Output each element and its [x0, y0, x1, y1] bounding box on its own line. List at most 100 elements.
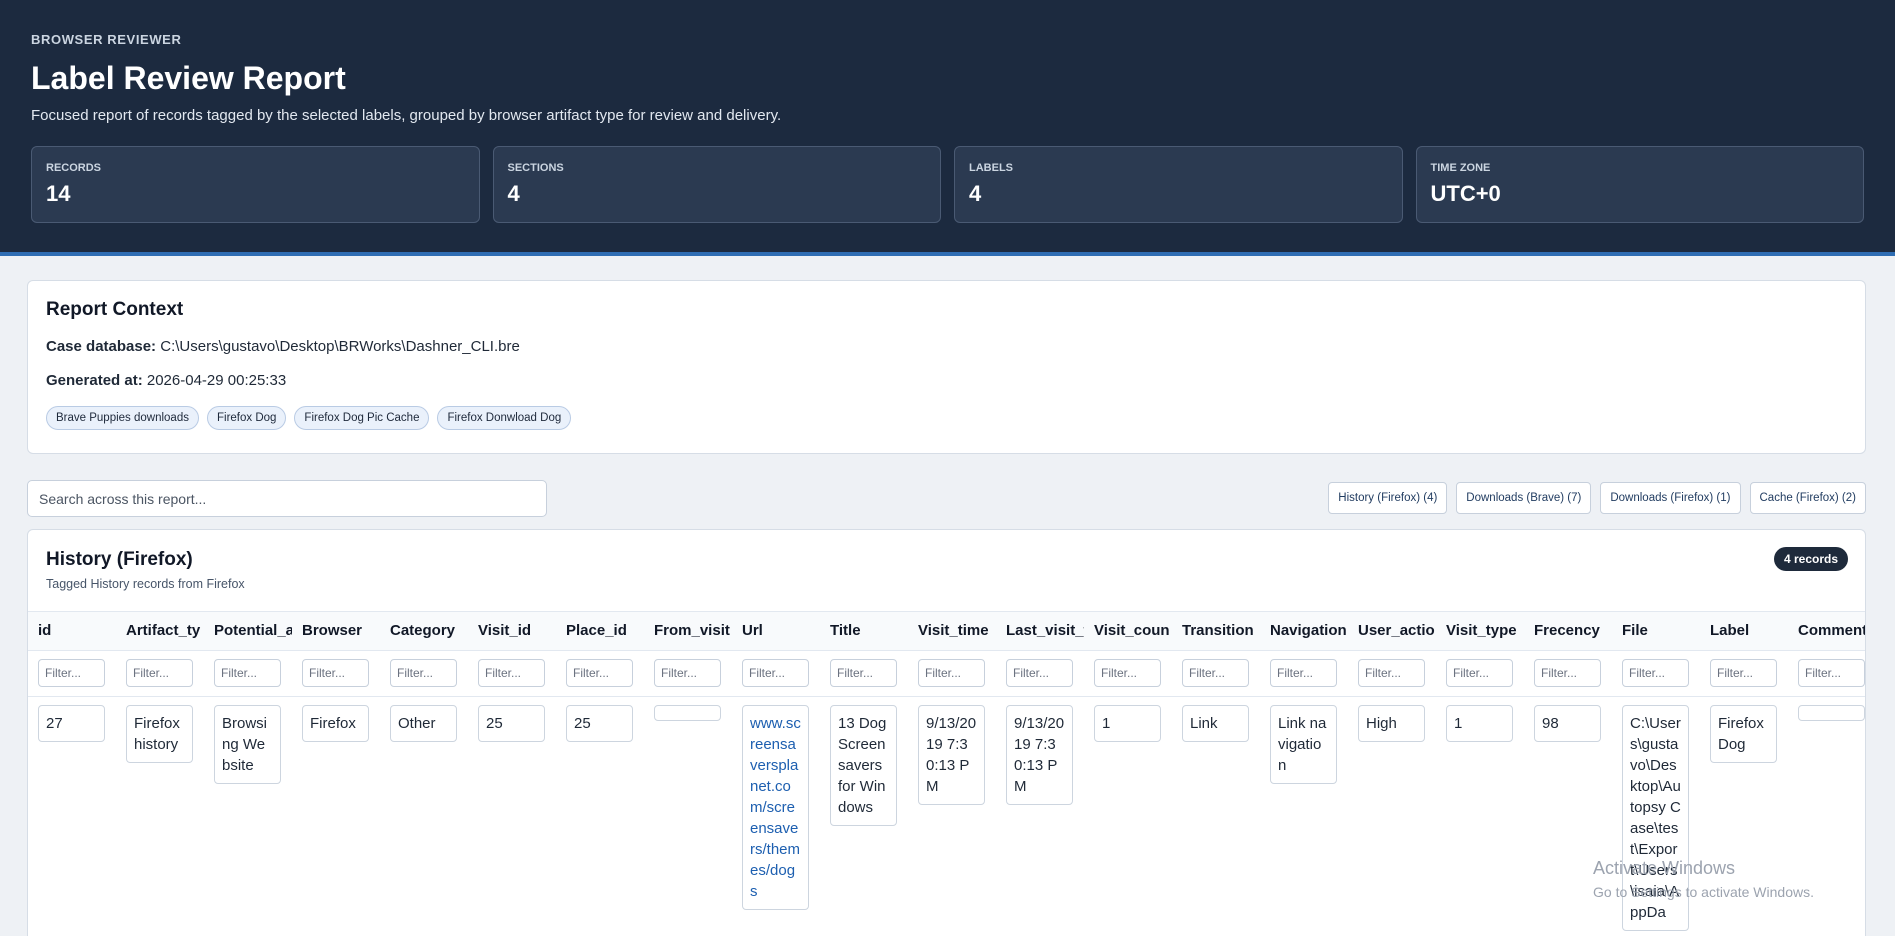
column-filter-input[interactable]: [742, 659, 809, 687]
section-header: History (Firefox) Tagged History records…: [28, 530, 1865, 612]
column-header[interactable]: From_visit: [644, 612, 732, 651]
table-cell: Link navigation: [1260, 696, 1348, 936]
filter-cell: [1260, 650, 1348, 697]
section-title: History (Firefox): [46, 549, 193, 570]
column-filter-input[interactable]: [566, 659, 633, 687]
column-header[interactable]: Visit_coun: [1084, 612, 1172, 651]
cell-value: 27: [38, 704, 105, 742]
column-header[interactable]: Category: [380, 612, 468, 651]
filter-cell: [556, 650, 644, 697]
cell-value: [654, 704, 721, 721]
column-filter-input[interactable]: [1358, 659, 1425, 687]
column-filter-input[interactable]: [1006, 659, 1073, 687]
stat-label: RECORDS: [46, 162, 102, 174]
column-header[interactable]: Browser: [292, 612, 380, 651]
stat-value: 4: [507, 181, 520, 206]
filter-cell: [1700, 650, 1788, 697]
column-filter-input[interactable]: [126, 659, 193, 687]
table-cell: 98: [1524, 696, 1612, 936]
column-filter-input[interactable]: [1182, 659, 1249, 687]
table-cell: High: [1348, 696, 1436, 936]
table-cell: Firefox Dog: [1700, 696, 1788, 936]
cell-value: 25: [566, 704, 633, 742]
filter-cell: [1612, 650, 1700, 697]
column-filter-input[interactable]: [1446, 659, 1513, 687]
report-context-card: Report Context Case database: C:\Users\g…: [27, 280, 1866, 454]
stat-value: 4: [969, 181, 982, 206]
column-filter-input[interactable]: [1270, 659, 1337, 687]
cell-value: [1798, 704, 1865, 721]
table-cell: Other: [380, 696, 468, 936]
column-header[interactable]: Url: [732, 612, 820, 651]
filter-cell: [1524, 650, 1612, 697]
column-header[interactable]: Artifact_ty: [116, 612, 204, 651]
cell-value: 13 Dog Screen savers for Windows: [830, 704, 897, 826]
table-cell: 1: [1436, 696, 1524, 936]
table-cell: C:\Users\gustavo\Desktop\Autopsy Case\te…: [1612, 696, 1700, 936]
column-header[interactable]: Label: [1700, 612, 1788, 651]
column-filter-input[interactable]: [654, 659, 721, 687]
stat-value: UTC+0: [1430, 181, 1501, 206]
column-header[interactable]: Visit_time: [908, 612, 996, 651]
column-filter-input[interactable]: [478, 659, 545, 687]
stat-sections: SECTIONS 4: [492, 146, 941, 223]
filter-cell: [1788, 650, 1865, 697]
filter-cell: [292, 650, 380, 697]
report-header: BROWSER REVIEWER Label Review Report Foc…: [0, 0, 1895, 256]
column-filter-input[interactable]: [1534, 659, 1601, 687]
cell-value: 1: [1094, 704, 1161, 742]
table-cell: Firefox history: [116, 696, 204, 936]
label-chip: Brave Puppies downloads: [46, 406, 199, 430]
context-title: Report Context: [46, 299, 184, 320]
column-header[interactable]: Last_visit_t: [996, 612, 1084, 651]
column-filter-input[interactable]: [918, 659, 985, 687]
column-header[interactable]: File: [1612, 612, 1700, 651]
column-header[interactable]: Navigation: [1260, 612, 1348, 651]
column-filter-input[interactable]: [390, 659, 457, 687]
table-row[interactable]: 27 Firefox history Browsing Website Firefox…: [28, 696, 1865, 936]
column-filter-input[interactable]: [302, 659, 369, 687]
filter-cell: [28, 650, 116, 697]
column-header[interactable]: User_actio: [1348, 612, 1436, 651]
cell-value: High: [1358, 704, 1425, 742]
column-filter-input[interactable]: [830, 659, 897, 687]
table-cell: [1788, 696, 1865, 936]
column-header[interactable]: Visit_id: [468, 612, 556, 651]
column-header[interactable]: Place_id: [556, 612, 644, 651]
filter-cell: [908, 650, 996, 697]
generated-at-line: Generated at: 2026-04-29 00:25:33: [46, 372, 1847, 389]
stat-label: LABELS: [969, 162, 1013, 174]
column-filter-input[interactable]: [1798, 659, 1865, 687]
column-header[interactable]: Frecency: [1524, 612, 1612, 651]
jump-downloads-firefox-button[interactable]: Downloads (Firefox) (1): [1600, 482, 1741, 514]
column-filter-input[interactable]: [38, 659, 105, 687]
jump-cache-firefox-button[interactable]: Cache (Firefox) (2): [1749, 482, 1866, 514]
column-filter-input[interactable]: [1094, 659, 1161, 687]
column-header[interactable]: Visit_type: [1436, 612, 1524, 651]
cell-value: Firefox Dog: [1710, 704, 1777, 763]
records-table: id Artifact_ty Potential_a Browser Category V…: [28, 612, 1865, 936]
record-count-badge: 4 records: [1773, 547, 1848, 571]
cell-value: 98: [1534, 704, 1601, 742]
page-subtitle: Focused report of records tagged by the …: [31, 107, 782, 124]
column-filter-input[interactable]: [1622, 659, 1689, 687]
column-filter-input[interactable]: [1710, 659, 1777, 687]
column-header[interactable]: Comment: [1788, 612, 1865, 651]
section-subtitle: Tagged History records from Firefox: [46, 577, 245, 591]
cell-value: 25: [478, 704, 545, 742]
column-header[interactable]: Potential_a: [204, 612, 292, 651]
filter-cell: [820, 650, 908, 697]
report-search-input[interactable]: [27, 480, 547, 517]
column-filter-input[interactable]: [214, 659, 281, 687]
case-database-value: C:\Users\gustavo\Desktop\BRWorks\Dashner…: [160, 338, 520, 355]
jump-history-firefox-button[interactable]: History (Firefox) (4): [1328, 482, 1448, 514]
stat-label: SECTIONS: [507, 162, 564, 174]
jump-downloads-brave-button[interactable]: Downloads (Brave) (7): [1456, 482, 1592, 514]
column-header[interactable]: id: [28, 612, 116, 651]
url-link[interactable]: www.screensaversplanet.com/screensavers/…: [742, 704, 809, 910]
column-header[interactable]: Title: [820, 612, 908, 651]
column-header[interactable]: Transition: [1172, 612, 1260, 651]
table-cell: Firefox: [292, 696, 380, 936]
filter-cell: [1172, 650, 1260, 697]
stat-value: 14: [46, 181, 71, 206]
